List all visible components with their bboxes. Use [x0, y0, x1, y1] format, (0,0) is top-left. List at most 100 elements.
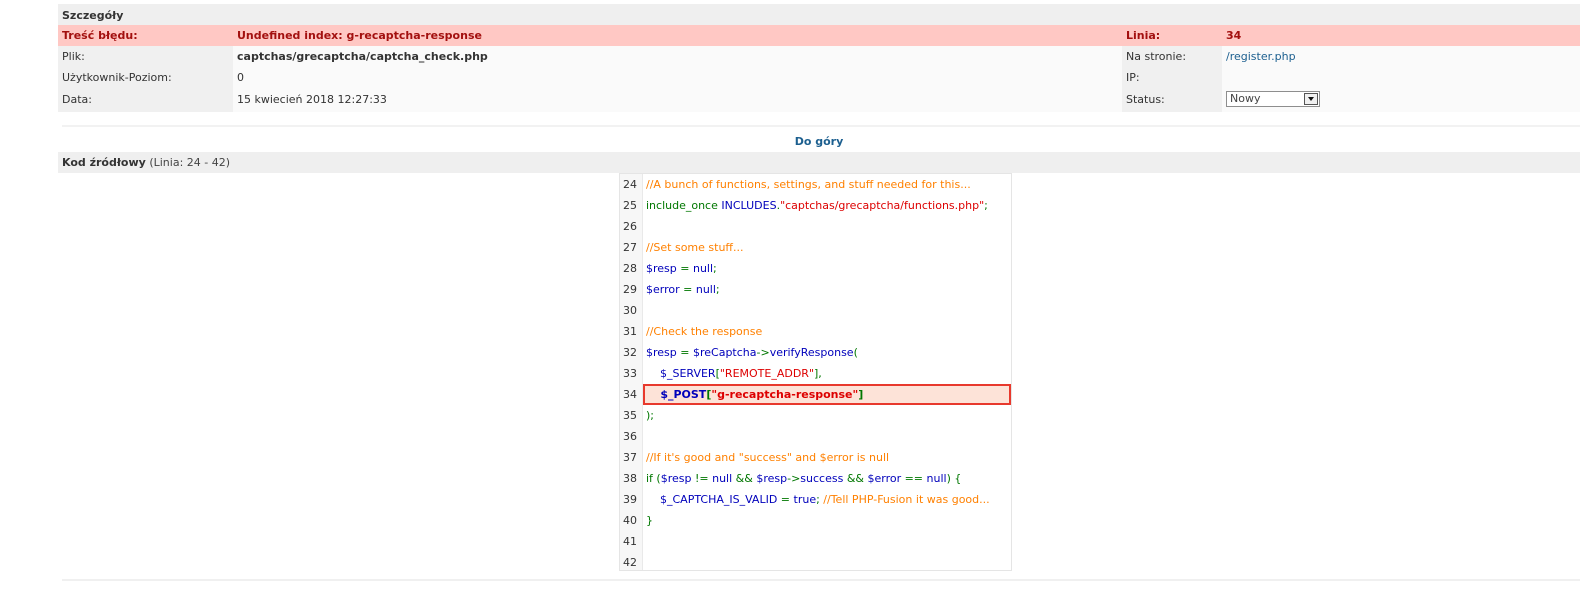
- code-token: $resp: [660, 472, 695, 485]
- line-number: 41: [623, 535, 637, 548]
- code-line: 30: [620, 300, 1011, 321]
- line-number: 30: [623, 304, 637, 317]
- code-line: 41: [620, 531, 1011, 552]
- source-code-block: 24 //A bunch of functions, settings, and …: [619, 173, 1012, 571]
- code-line: 24 //A bunch of functions, settings, and …: [620, 174, 1011, 195]
- code-token: success: [800, 472, 847, 485]
- user-row: Użytkownik-Poziom: 0 IP:: [58, 67, 1580, 88]
- code-token: //Set some stuff...: [646, 241, 744, 254]
- code-token: true: [793, 493, 817, 506]
- code-line: 37 //If it's good and "success" and $erro…: [620, 447, 1011, 468]
- code-token: (: [853, 346, 858, 359]
- code-token: &&: [846, 472, 868, 485]
- code-line: 32 $resp = $reCaptcha->verifyResponse(: [620, 342, 1011, 363]
- code-token: $resp: [646, 262, 681, 275]
- code-token: ;: [713, 262, 717, 275]
- date-row: Data: 15 kwiecień 2018 12:27:33 Status: …: [58, 88, 1580, 112]
- code-token: }: [646, 514, 653, 527]
- code-token: null: [692, 262, 714, 275]
- code-line: 25 include_once INCLUDES."captchas/grecap…: [620, 195, 1011, 216]
- code-token: verifyResponse: [769, 346, 854, 359]
- code-token: ],: [814, 367, 822, 380]
- code-token: ;: [715, 283, 720, 296]
- source-range: (Linia: 24 - 42): [149, 156, 231, 169]
- user-label: Użytkownik-Poziom:: [58, 67, 233, 88]
- line-number: 24: [623, 178, 637, 191]
- line-label: Linia:: [1126, 29, 1161, 42]
- code-token: =: [680, 262, 693, 275]
- line-number: 28: [623, 262, 637, 275]
- file-label: Plik:: [58, 46, 233, 67]
- code-line: 36: [620, 426, 1011, 447]
- code-text: $resp = $reCaptcha->verifyResponse(: [646, 342, 858, 363]
- page-label: Na stronie:: [1122, 46, 1222, 67]
- line-number: 36: [623, 430, 637, 443]
- code-line: 39 $_CAPTCHA_IS_VALID = true; //Tell PHP…: [620, 489, 1011, 510]
- code-line: 28 $resp = null;: [620, 258, 1011, 279]
- line-number: 34: [623, 388, 637, 401]
- status-select[interactable]: Nowy: [1226, 91, 1320, 107]
- date-label: Data:: [58, 88, 233, 112]
- code-token: $resp: [756, 472, 788, 485]
- code-token: $error: [867, 472, 905, 485]
- line-number: 26: [623, 220, 637, 233]
- divider: [62, 125, 1580, 127]
- file-value: captchas/grecaptcha/captcha_check.php: [233, 46, 1122, 67]
- code-line: 42: [620, 552, 1011, 573]
- code-text: if ($resp != null && $resp->success && $…: [646, 468, 961, 489]
- code-text: //Set some stuff...: [646, 237, 744, 258]
- code-line: 38 if ($resp != null && $resp->success &&…: [620, 468, 1011, 489]
- code-text: $_SERVER["REMOTE_ADDR"],: [646, 363, 822, 384]
- details-header: Szczegóły: [58, 4, 1580, 25]
- code-line: 40}: [620, 510, 1011, 531]
- code-text: $_CAPTCHA_IS_VALID = true; //Tell PHP-Fu…: [646, 489, 990, 510]
- code-line-error: 34 $_POST["g-recaptcha-response"]: [620, 384, 1011, 405]
- code-token: =: [680, 346, 693, 359]
- line-number: 42: [623, 556, 637, 569]
- code-token: $_SERVER: [646, 367, 716, 380]
- code-token: ]: [858, 388, 864, 401]
- ip-value: [1222, 67, 1580, 88]
- line-number: 29: [623, 283, 637, 296]
- code-token: $resp: [646, 346, 681, 359]
- line-value: 34: [1226, 29, 1242, 42]
- code-text: $error = null;: [646, 279, 720, 300]
- code-token: "g-recaptcha-response": [711, 388, 859, 401]
- code-token: null: [712, 472, 736, 485]
- line-number: 37: [623, 451, 637, 464]
- date-value: 15 kwiecień 2018 12:27:33: [233, 88, 1122, 112]
- error-message: Undefined index: g-recaptcha-response: [237, 29, 482, 42]
- code-line: 26: [620, 216, 1011, 237]
- code-text: //If it's good and "success" and $error …: [646, 447, 889, 468]
- code-text: }: [646, 510, 653, 531]
- ip-label: IP:: [1122, 67, 1222, 88]
- line-number: 32: [623, 346, 637, 359]
- code-token: =: [683, 283, 696, 296]
- code-token: "REMOTE_ADDR": [719, 367, 815, 380]
- source-header: Kod źródłowy (Linia: 24 - 42): [58, 152, 1580, 173]
- code-token: if (: [646, 472, 661, 485]
- code-text: //Check the response: [646, 321, 762, 342]
- code-line: 33 $_SERVER["REMOTE_ADDR"],: [620, 363, 1011, 384]
- code-token: ;: [984, 199, 988, 212]
- code-token: ->: [787, 472, 801, 485]
- code-token: //Check the response: [646, 325, 763, 338]
- code-token: $error: [646, 283, 684, 296]
- source-title: Kod źródłowy: [62, 156, 146, 169]
- line-number: 33: [623, 367, 637, 380]
- code-token: ==: [904, 472, 927, 485]
- back-to-top-link[interactable]: Do góry: [58, 131, 1580, 153]
- status-select-value: Nowy: [1230, 92, 1261, 105]
- file-row: Plik: captchas/grecaptcha/captcha_check.…: [58, 46, 1580, 67]
- line-number: 27: [623, 241, 637, 254]
- code-token: null: [695, 283, 716, 296]
- chevron-down-icon[interactable]: [1304, 93, 1318, 105]
- code-token: ->: [756, 346, 770, 359]
- line-number: 35: [623, 409, 637, 422]
- code-token: //If it's good and "success" and $error …: [646, 451, 890, 464]
- error-details-panel: Szczegóły Treść błędu: Undefined index: …: [58, 4, 1580, 581]
- code-token: null: [926, 472, 947, 485]
- error-label: Treść błędu:: [62, 29, 138, 42]
- page-link[interactable]: /register.php: [1226, 50, 1296, 63]
- code-token: //A bunch of functions, settings, and st…: [646, 178, 971, 191]
